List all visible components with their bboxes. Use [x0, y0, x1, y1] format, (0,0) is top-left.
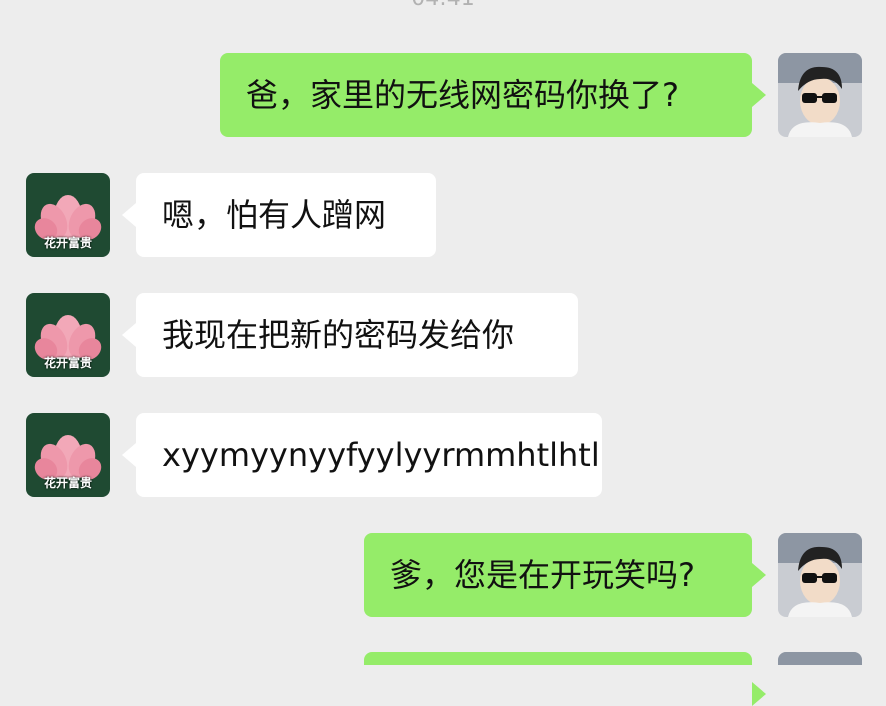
message-bubble-self[interactable]: 爹，您是在开玩笑吗? [364, 533, 766, 617]
message-text: 我现在把新的密码发给你 [162, 316, 515, 354]
dad-avatar[interactable]: 花开富贵 [26, 293, 110, 377]
message-text: 爹，您是在开玩笑吗? [390, 556, 695, 594]
dad-avatar[interactable]: 花开富贵 [26, 413, 110, 497]
message-text: xyymyynyyfyylyyrmmhtlhtl [162, 436, 600, 474]
message-bubble-self[interactable] [364, 652, 766, 706]
avatar-caption: 花开富贵 [43, 356, 92, 370]
message-bubble-other[interactable]: 我现在把新的密码发给你 [122, 293, 578, 377]
message-bubble-other[interactable]: 嗯，怕有人蹭网 [122, 173, 436, 257]
young-man-sunglasses-avatar-icon [778, 53, 862, 137]
self-avatar[interactable] [778, 53, 862, 137]
young-man-sunglasses-avatar-icon [778, 533, 862, 617]
message-bubble-other[interactable]: xyymyynyyfyylyyrmmhtlhtl [122, 413, 602, 497]
message-bubble-self[interactable]: 爸，家里的无线网密码你换了? [220, 53, 766, 137]
dad-avatar[interactable]: 花开富贵 [26, 173, 110, 257]
self-avatar[interactable] [778, 533, 862, 617]
message-text: 嗯，怕有人蹭网 [162, 196, 387, 234]
young-man-sunglasses-avatar-icon [778, 652, 862, 665]
chat-timestamp: 04:41 [0, 0, 886, 11]
avatar-caption: 花开富贵 [43, 236, 92, 250]
self-avatar[interactable] [778, 652, 862, 665]
avatar-caption: 花开富贵 [43, 476, 92, 490]
message-text: 爸，家里的无线网密码你换了? [246, 76, 679, 114]
